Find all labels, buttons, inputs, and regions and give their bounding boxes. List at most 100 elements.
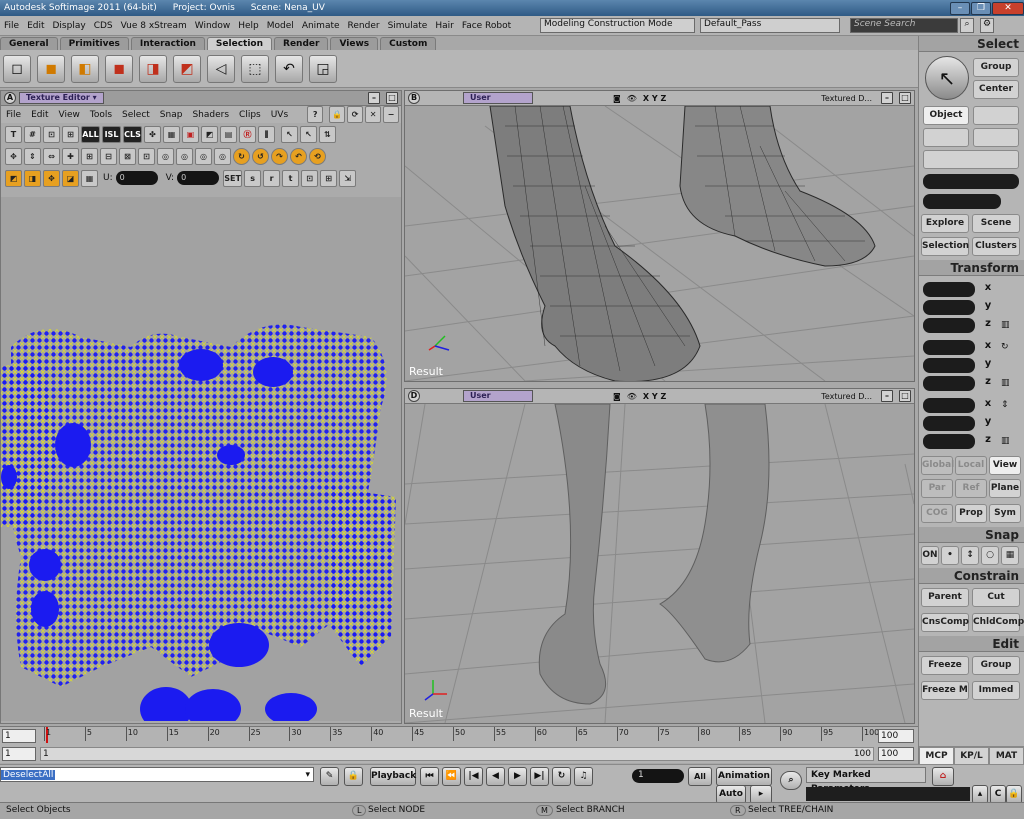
viewport-b-minimize-icon[interactable]: – (881, 92, 893, 104)
select-paint-icon[interactable]: ◲ (309, 54, 337, 83)
move-h-icon[interactable]: ⇔ (43, 147, 60, 165)
scale-z-field[interactable] (923, 317, 975, 333)
menu-help[interactable]: Help (234, 21, 263, 31)
snap-on-button[interactable]: ON (921, 546, 939, 565)
prev-key-icon[interactable]: ⏪ (442, 767, 461, 786)
viewport-b-maximize-icon[interactable]: □ (899, 92, 911, 104)
keyable-field[interactable] (806, 787, 970, 801)
tab-views[interactable]: Views (330, 37, 379, 50)
timeline-ruler[interactable]: 1 5 10 15 20 25 30 35 40 45 50 55 60 65 70 75 80 85 90 95 10… (40, 727, 879, 745)
arrow-link-icon[interactable]: ⇅ (319, 125, 336, 143)
scene-search-input[interactable]: Scene Search (850, 18, 958, 33)
te-tool-frame[interactable]: ⊡ (43, 125, 60, 143)
te-tool-grid[interactable]: # (24, 125, 41, 143)
translate-lock-icon[interactable]: ▥ (1001, 436, 1010, 446)
move-icon[interactable]: ✥ (5, 147, 22, 165)
minimize-icon[interactable]: – (950, 1, 970, 15)
te-menu-view[interactable]: View (54, 110, 85, 120)
freeze-m-button[interactable]: Freeze M (921, 681, 969, 700)
align-b-icon[interactable]: ⊟ (100, 147, 117, 165)
menu-hair[interactable]: Hair (431, 21, 457, 31)
te-tool-cls[interactable]: CLS (123, 125, 142, 143)
ref-button[interactable]: Ref (955, 479, 987, 498)
cnscomp-button[interactable]: CnsComp (921, 613, 969, 632)
frame-a-icon[interactable]: ⊡ (301, 169, 319, 187)
align-icon[interactable]: ⊞ (81, 147, 98, 165)
select-center-button[interactable]: Center (973, 80, 1019, 99)
viewport-b-axes[interactable]: X Y Z (643, 94, 666, 103)
viewport-d-eye-icon[interactable]: 👁 (627, 392, 637, 401)
select-filter-blank-3[interactable] (973, 128, 1019, 147)
menu-file[interactable]: File (0, 21, 23, 31)
settings-icon[interactable]: ⚙ (980, 18, 994, 33)
select-freeform-icon[interactable]: ↶ (275, 54, 303, 83)
snap-d-icon[interactable]: ◪ (62, 169, 79, 187)
rotate-a-icon[interactable]: ↻ (233, 147, 250, 165)
select-object-icon[interactable]: ◻ (3, 54, 31, 83)
range-end-field[interactable]: 100 (878, 747, 914, 761)
cross-icon[interactable]: ✚ (62, 147, 79, 165)
pass-dropdown[interactable]: Default_Pass (700, 18, 840, 33)
go-end-icon[interactable]: ▶| (530, 767, 549, 786)
viewport-d[interactable]: D User ◙ 👁 X Y Z Textured D... – □ Resul… (404, 388, 915, 724)
select-tool-icon[interactable]: ↖ (925, 56, 969, 100)
tab-primitives[interactable]: Primitives (59, 37, 129, 50)
par-button[interactable]: Par (921, 479, 953, 498)
chldcomp-button[interactable]: ChldComp (972, 613, 1024, 632)
lock-icon[interactable]: 🔒 (329, 106, 346, 123)
uv-c-icon[interactable]: ◎ (195, 147, 212, 165)
te-menu-edit[interactable]: Edit (26, 110, 53, 120)
menu-simulate[interactable]: Simulate (384, 21, 432, 31)
te-menu-clips[interactable]: Clips (234, 110, 266, 120)
select-lasso-icon[interactable]: ◁ (207, 54, 235, 83)
move-v-icon[interactable]: ⇕ (24, 147, 41, 165)
snap-e-icon[interactable]: ▦ (81, 169, 98, 187)
viewport-d-camera-dropdown[interactable]: User (463, 390, 533, 402)
viewport-d-maximize-icon[interactable]: □ (899, 390, 911, 402)
menu-window[interactable]: Window (191, 21, 235, 31)
animation-button[interactable]: Animation (716, 767, 772, 786)
go-start-icon[interactable]: |◀ (464, 767, 483, 786)
flip-icon[interactable]: ⊠ (119, 147, 136, 165)
te-menu-snap[interactable]: Snap (155, 110, 188, 120)
menu-vue[interactable]: Vue 8 xStream (117, 21, 191, 31)
tab-custom[interactable]: Custom (380, 37, 437, 50)
viewport-d-axes[interactable]: X Y Z (643, 392, 666, 401)
uv-b-icon[interactable]: ◎ (176, 147, 193, 165)
snap-c-icon[interactable]: ✥ (43, 169, 60, 187)
te-tool-translate[interactable]: T (5, 125, 22, 143)
arrow-icon[interactable]: ↖ (281, 125, 298, 143)
te-menu-file[interactable]: File (1, 110, 26, 120)
frame-b-icon[interactable]: ⊞ (320, 169, 338, 187)
rotate-c-icon[interactable]: ↷ (271, 147, 288, 165)
uv-a-icon[interactable]: ◎ (157, 147, 174, 165)
lock-script-icon[interactable]: 🔒 (344, 767, 363, 786)
command-line[interactable]: DeselectAll ▾ (0, 767, 314, 782)
script-editor-icon[interactable]: ✎ (320, 767, 339, 786)
clusters-button[interactable]: Clusters (972, 237, 1020, 256)
viewport-b[interactable]: B User ◙ 👁 X Y Z Textured D... – □ Resul… (404, 90, 915, 382)
menu-display[interactable]: Display (49, 21, 90, 31)
immed-button[interactable]: Immed (972, 681, 1020, 700)
menu-model[interactable]: Model (263, 21, 298, 31)
menu-render[interactable]: Render (344, 21, 384, 31)
rotate-lock-icon[interactable]: ▥ (1001, 378, 1010, 388)
rotate-b-icon[interactable]: ↺ (252, 147, 269, 165)
snap-grid-icon[interactable]: ▦ (1001, 546, 1019, 565)
te-tool-split[interactable]: ⫼ (258, 125, 275, 143)
scene-button[interactable]: Scene (972, 214, 1020, 233)
key-icon[interactable]: ⌕ (780, 771, 802, 790)
te-tool-relax[interactable]: ◩ (201, 125, 218, 143)
cut-button[interactable]: Cut (972, 588, 1020, 607)
parent-button[interactable]: Parent (921, 588, 969, 607)
translate-x-field[interactable] (923, 397, 975, 413)
select-filter-blank-2[interactable] (923, 128, 969, 147)
plane-button[interactable]: Plane (989, 479, 1021, 498)
command-dropdown-icon[interactable]: ▾ (305, 770, 310, 780)
snap-surface-icon[interactable]: ○ (981, 546, 999, 565)
te-tool-all[interactable]: ALL (81, 125, 100, 143)
te-tool-color[interactable]: ▣ (182, 125, 199, 143)
first-frame-icon[interactable]: ⏮ (420, 767, 439, 786)
range-slider[interactable]: 1 100 (40, 747, 874, 761)
viewport-d-canvas[interactable]: Result (405, 404, 914, 723)
